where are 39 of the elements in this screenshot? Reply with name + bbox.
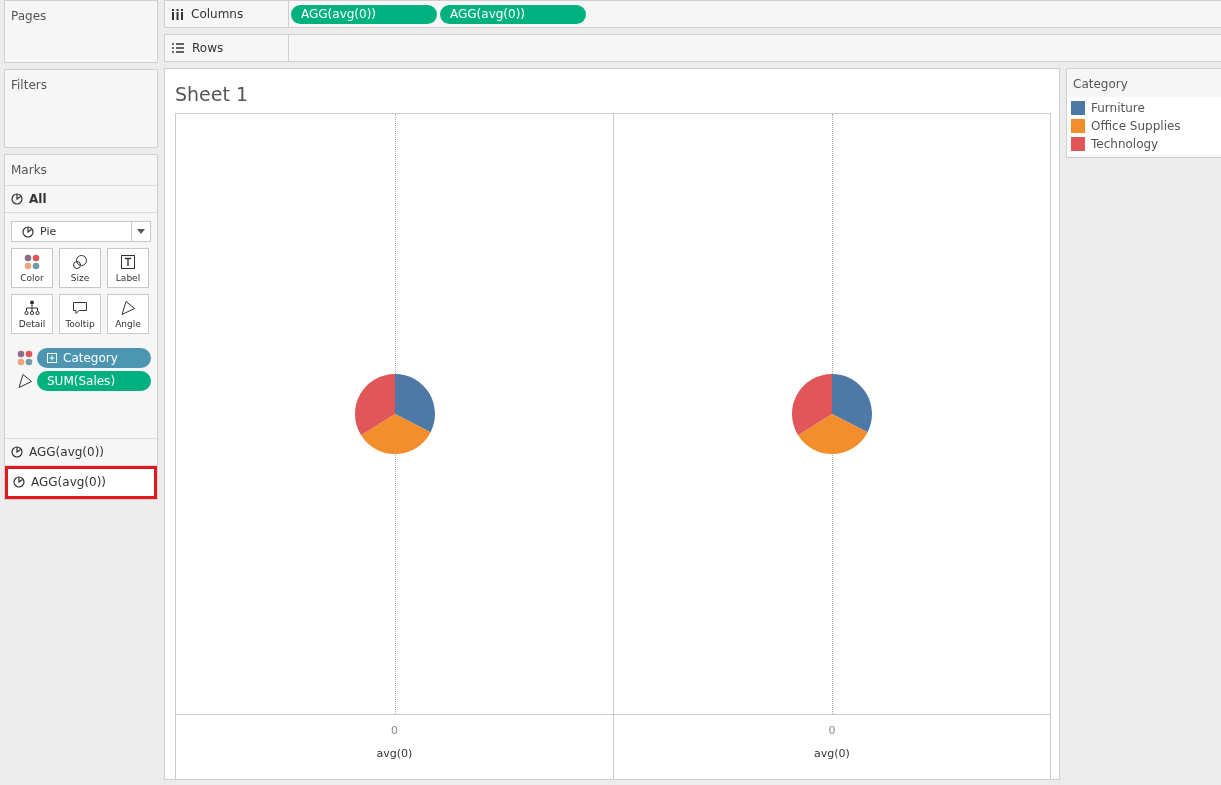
- mark-property-button[interactable]: Size: [59, 248, 101, 288]
- axis-tick-label: 0: [391, 724, 398, 737]
- pie-icon: [22, 225, 34, 238]
- legend-label[interactable]: Furniture: [1091, 101, 1145, 115]
- shelf-label: Columns: [191, 7, 244, 21]
- mark-type-dropdown[interactable]: Pie: [11, 221, 151, 242]
- marks-layer[interactable]: All: [5, 186, 157, 213]
- pie-icon: [11, 193, 23, 205]
- legend-label[interactable]: Technology: [1091, 137, 1159, 151]
- hierarchy-icon: [24, 299, 40, 316]
- sheet-title: Sheet 1: [175, 82, 250, 107]
- rows-icon: [172, 43, 184, 53]
- mark-property-button[interactable]: Color: [11, 248, 53, 288]
- axis-tick-label: 0: [828, 724, 836, 737]
- mark-property-button[interactable]: Angle: [107, 294, 149, 334]
- size-circles-icon: [72, 253, 88, 270]
- angle-icon: [120, 299, 136, 316]
- marks-layer[interactable]: AGG(avg(0)): [5, 466, 157, 499]
- shelf-label: Rows: [192, 41, 224, 55]
- pie-icon: [11, 446, 23, 458]
- columns-icon: [172, 8, 183, 20]
- mark-property-button[interactable]: Label: [107, 248, 149, 288]
- axis-title: avg(0): [376, 747, 413, 760]
- legend-label[interactable]: Office Supplies: [1091, 119, 1181, 133]
- legend-title: Category: [1072, 76, 1129, 93]
- card-title: Filters: [10, 77, 48, 94]
- axis-title: avg(0): [814, 747, 850, 760]
- plus-box-icon: [47, 353, 57, 363]
- color-dots-icon: [17, 350, 33, 366]
- speech-bubble-icon: [72, 299, 88, 316]
- mark-property-button[interactable]: Tooltip: [59, 294, 101, 334]
- pie-icon: [13, 476, 25, 488]
- card-title: Marks: [5, 155, 157, 186]
- caret-icon: [137, 229, 145, 234]
- text-label-icon: [120, 253, 136, 270]
- mark-property-button[interactable]: Detail: [11, 294, 53, 334]
- color-dots-icon: [24, 253, 40, 270]
- angle-icon: [17, 373, 33, 389]
- card-title: Pages: [10, 8, 48, 25]
